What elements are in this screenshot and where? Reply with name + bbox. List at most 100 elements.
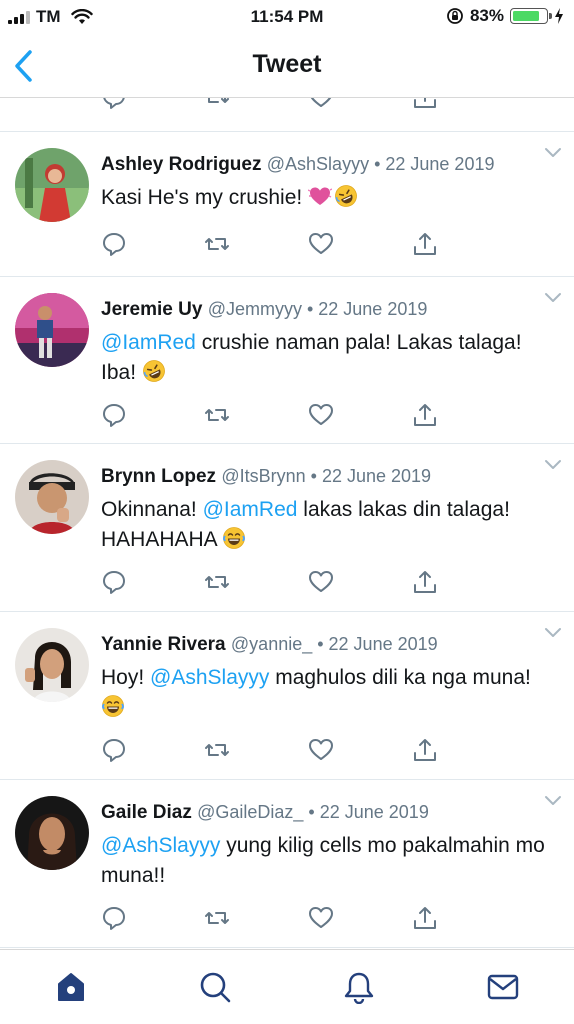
orientation-lock-icon: [447, 8, 463, 24]
tweet-options-button[interactable]: [544, 291, 562, 303]
battery-level-fill: [513, 11, 539, 21]
chevron-down-icon: [545, 628, 561, 637]
reply-button[interactable]: [101, 737, 127, 763]
avatar[interactable]: [15, 628, 89, 702]
reply-button[interactable]: [101, 231, 127, 257]
tab-search[interactable]: [198, 970, 232, 1004]
tweet-item[interactable]: Gaile Diaz @GaileDiaz_ • 22 June 2019 @As…: [0, 780, 574, 948]
reply-icon: [103, 98, 125, 109]
share-button[interactable]: [412, 402, 438, 428]
tweet-actions: [101, 737, 441, 765]
like-button[interactable]: [308, 737, 334, 763]
like-icon: [309, 907, 333, 928]
share-button[interactable]: [412, 737, 438, 763]
reply-button[interactable]: [101, 402, 127, 428]
retweet-icon: [205, 744, 229, 756]
share-icon: [414, 404, 436, 426]
tweet-options-button[interactable]: [544, 458, 562, 470]
reply-button[interactable]: [101, 98, 127, 110]
author-name[interactable]: Gaile Diaz: [101, 802, 192, 823]
tweet-header: Gaile Diaz @GaileDiaz_ • 22 June 2019: [101, 802, 429, 824]
tab-messages[interactable]: [486, 970, 520, 1004]
mention-link[interactable]: @IamRed: [101, 331, 196, 354]
rofl-emoji: [142, 359, 166, 383]
mention-link[interactable]: @IamRed: [203, 498, 298, 521]
tweet-item[interactable]: Brynn Lopez @ItsBrynn • 22 June 2019 Okin…: [0, 444, 574, 612]
messages-icon: [487, 974, 519, 1000]
handle-and-date: @Jemmyyy • 22 June 2019: [207, 299, 428, 319]
charging-bolt-icon: [555, 8, 563, 24]
share-icon: [414, 907, 436, 929]
retweet-icon: [205, 238, 229, 250]
status-bar: TM 11:54 PM 83%: [0, 0, 574, 34]
notifications-icon: [344, 972, 374, 1005]
share-icon: [414, 739, 436, 761]
retweet-icon: [205, 576, 229, 588]
share-icon: [414, 571, 436, 593]
share-button[interactable]: [412, 231, 438, 257]
avatar[interactable]: [15, 148, 89, 222]
like-button[interactable]: [308, 569, 334, 595]
mention-link[interactable]: @AshSlayyy: [101, 834, 220, 857]
reply-button[interactable]: [101, 569, 127, 595]
author-name[interactable]: Brynn Lopez: [101, 466, 216, 487]
like-button[interactable]: [308, 231, 334, 257]
tweet-text: Okinnana! @IamRed lakas lakas din talaga…: [101, 495, 554, 555]
handle-and-date: @ItsBrynn • 22 June 2019: [221, 466, 432, 486]
status-right: 83%: [446, 6, 564, 26]
retweet-button[interactable]: [204, 905, 230, 931]
reply-icon: [103, 739, 125, 762]
share-icon: [414, 233, 436, 255]
handle-and-date: @GaileDiaz_ • 22 June 2019: [197, 802, 429, 822]
reply-icon: [103, 571, 125, 594]
tweet-options-button[interactable]: [544, 146, 562, 158]
tweet-text-segment: maghulos dili ka nga muna!: [269, 666, 531, 689]
tweet-options-button[interactable]: [544, 794, 562, 806]
tweet-header: Ashley Rodriguez @AshSlayyy • 22 June 20…: [101, 154, 494, 176]
retweet-icon: [208, 98, 229, 103]
share-icon: [414, 98, 436, 108]
author-name[interactable]: Yannie Rivera: [101, 634, 226, 655]
retweet-button[interactable]: [204, 231, 230, 257]
joy-emoji: [101, 694, 125, 718]
author-name[interactable]: Ashley Rodriguez: [101, 154, 261, 175]
tweet-item[interactable]: Ashley Rodriguez @AshSlayyy • 22 June 20…: [0, 132, 574, 277]
tweet-text-segment: Hoy!: [101, 666, 151, 689]
avatar[interactable]: [15, 460, 89, 534]
mention-link[interactable]: @AshSlayyy: [150, 666, 269, 689]
chevron-down-icon: [545, 796, 561, 805]
retweet-button[interactable]: [204, 569, 230, 595]
sparkling-heart-emoji: [307, 184, 333, 208]
reply-button[interactable]: [101, 905, 127, 931]
tweet-item[interactable]: Yannie Rivera @yannie_ • 22 June 2019 Hoy…: [0, 612, 574, 780]
retweet-button[interactable]: [204, 737, 230, 763]
author-name[interactable]: Jeremie Uy: [101, 299, 202, 320]
retweet-icon: [205, 912, 229, 924]
tab-notifications[interactable]: [342, 970, 376, 1005]
tweet-actions: [101, 905, 441, 933]
handle-and-date: @yannie_ • 22 June 2019: [230, 634, 438, 654]
tweet-header: Brynn Lopez @ItsBrynn • 22 June 2019: [101, 466, 431, 488]
like-button[interactable]: [308, 402, 334, 428]
tweet-header: Jeremie Uy @Jemmyyy • 22 June 2019: [101, 299, 427, 321]
like-icon: [310, 98, 332, 107]
avatar[interactable]: [15, 796, 89, 870]
share-button[interactable]: [412, 98, 438, 110]
joy-emoji: [222, 526, 246, 550]
tweet-text: @AshSlayyy yung kilig cells mo pakalmahi…: [101, 831, 554, 891]
like-icon: [309, 404, 333, 425]
tweet-text: @IamRed crushie naman pala! Lakas talaga…: [101, 328, 554, 388]
tweet-actions: [101, 231, 441, 259]
chevron-down-icon: [545, 293, 561, 302]
retweet-button[interactable]: [204, 402, 230, 428]
avatar[interactable]: [15, 293, 89, 367]
like-button[interactable]: [308, 905, 334, 931]
like-button[interactable]: [308, 98, 334, 110]
tweet-actions: [101, 402, 441, 430]
share-button[interactable]: [412, 905, 438, 931]
share-button[interactable]: [412, 569, 438, 595]
tab-home[interactable]: [54, 970, 88, 1004]
tweet-options-button[interactable]: [544, 626, 562, 638]
tweet-item[interactable]: Jeremie Uy @Jemmyyy • 22 June 2019 @IamRe…: [0, 277, 574, 444]
retweet-button[interactable]: [204, 98, 230, 110]
